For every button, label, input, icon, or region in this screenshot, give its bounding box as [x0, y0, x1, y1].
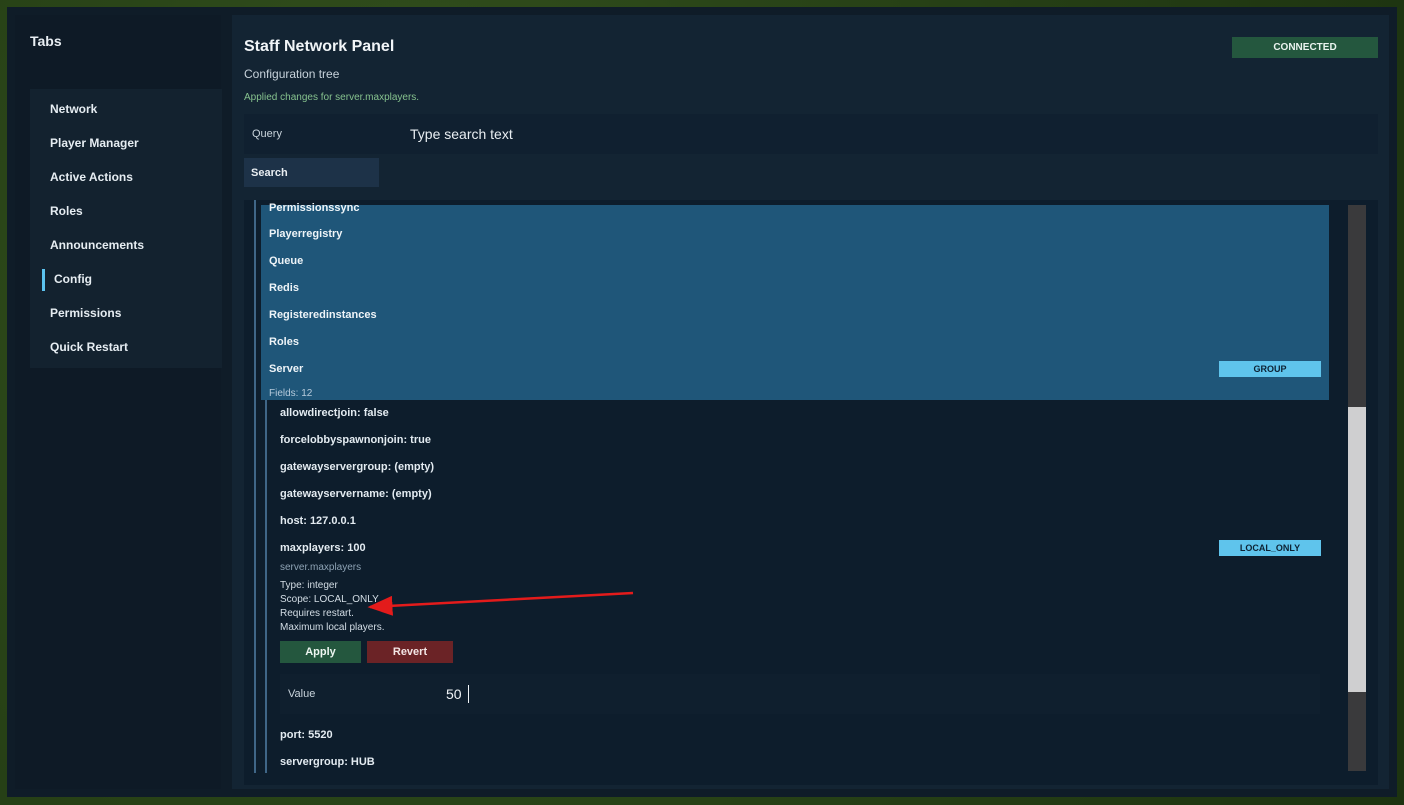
- connection-status-badge: CONNECTED: [1232, 37, 1378, 58]
- group-fields-count: Fields: 12: [269, 388, 313, 399]
- group-badge: GROUP: [1219, 361, 1321, 377]
- tree-group-queue[interactable]: Queue: [269, 255, 303, 267]
- tree-group-permissionssync[interactable]: Permissionssync: [269, 202, 360, 214]
- tree-group-playerregistry[interactable]: Playerregistry: [269, 228, 342, 240]
- tree-guide-line-nested: [265, 400, 267, 773]
- field-gatewayservergroup[interactable]: gatewayservergroup: (empty): [280, 461, 434, 473]
- value-row: Value: [280, 674, 1320, 714]
- scope-badge: LOCAL_ONLY: [1219, 540, 1321, 556]
- app-window: Tabs Network Player Manager Active Actio…: [7, 7, 1397, 797]
- field-scope: Scope: LOCAL_ONLY: [280, 594, 379, 605]
- sidebar-item-permissions[interactable]: Permissions: [50, 306, 121, 320]
- page-subtitle: Configuration tree: [244, 67, 340, 81]
- field-port[interactable]: port: 5520: [280, 729, 333, 741]
- field-forcelobbyspawnonjoin[interactable]: forcelobbyspawnonjoin: true: [280, 434, 431, 446]
- value-input[interactable]: [438, 680, 1314, 708]
- tree-scrollbar[interactable]: [1348, 205, 1366, 771]
- main-panel: Staff Network Panel Configuration tree A…: [232, 15, 1389, 789]
- apply-button[interactable]: Apply: [280, 641, 361, 663]
- revert-button[interactable]: Revert: [367, 641, 453, 663]
- sidebar-item-quick-restart[interactable]: Quick Restart: [50, 340, 128, 354]
- tree-group-redis[interactable]: Redis: [269, 282, 299, 294]
- search-row: Query: [244, 114, 1378, 154]
- field-maxplayers[interactable]: maxplayers: 100: [280, 542, 366, 554]
- scrollbar-thumb[interactable]: [1348, 407, 1366, 692]
- field-restart-note: Requires restart.: [280, 608, 354, 619]
- page-title: Staff Network Panel: [244, 38, 395, 55]
- tree-group-server[interactable]: Server: [269, 363, 303, 375]
- field-host[interactable]: host: 127.0.0.1: [280, 515, 356, 527]
- sidebar-item-active-actions[interactable]: Active Actions: [50, 170, 133, 184]
- field-path: server.maxplayers: [280, 562, 362, 573]
- tree-group-roles[interactable]: Roles: [269, 336, 299, 348]
- field-description: Maximum local players.: [280, 622, 385, 633]
- group-list: Permissionssync Playerregistry Queue Red…: [261, 202, 1329, 400]
- field-servergroup[interactable]: servergroup: HUB: [280, 756, 375, 768]
- sidebar-item-announcements[interactable]: Announcements: [50, 238, 144, 252]
- sidebar-item-config[interactable]: Config: [54, 272, 92, 286]
- status-message: Applied changes for server.maxplayers.: [244, 92, 420, 103]
- active-tab-indicator: [42, 269, 45, 291]
- sidebar-nav: Network Player Manager Active Actions Ro…: [30, 89, 222, 368]
- search-input[interactable]: [402, 120, 1378, 148]
- sidebar: Tabs Network Player Manager Active Actio…: [15, 15, 222, 789]
- query-label: Query: [252, 128, 282, 140]
- text-caret: [468, 685, 469, 703]
- sidebar-item-player-manager[interactable]: Player Manager: [50, 136, 139, 150]
- tree-guide-line: [254, 200, 256, 773]
- sidebar-item-roles[interactable]: Roles: [50, 204, 83, 218]
- field-gatewayservername[interactable]: gatewayservername: (empty): [280, 488, 432, 500]
- sidebar-item-network[interactable]: Network: [50, 102, 97, 116]
- search-button[interactable]: Search: [244, 158, 379, 187]
- sidebar-title: Tabs: [30, 33, 62, 49]
- value-label: Value: [288, 688, 316, 700]
- field-allowdirectjoin[interactable]: allowdirectjoin: false: [280, 407, 389, 419]
- config-tree: Permissionssync Playerregistry Queue Red…: [244, 200, 1378, 785]
- field-type: Type: integer: [280, 580, 338, 591]
- tree-group-registeredinstances[interactable]: Registeredinstances: [269, 309, 377, 321]
